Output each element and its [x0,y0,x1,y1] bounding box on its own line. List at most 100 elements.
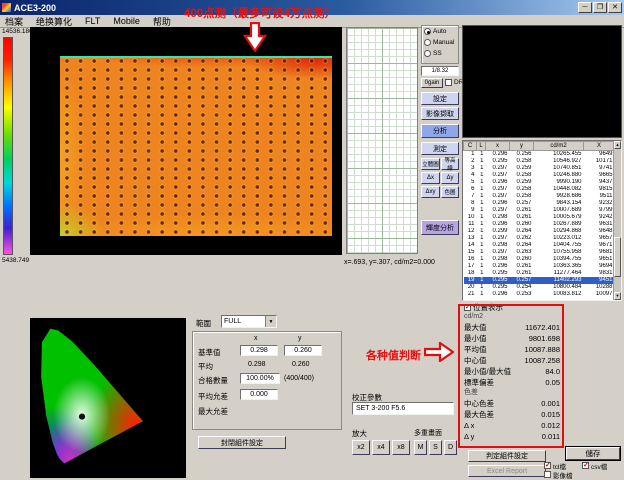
table-cell: 18 [464,270,477,277]
image-capture-button[interactable]: 影像撷取 [421,107,459,120]
radio-auto[interactable]: Auto [422,26,458,37]
measurement-table[interactable]: CLxycd/m2X 110.2960.25610265.4559649210.… [462,140,622,301]
range-select[interactable]: FULL ▼ [221,315,277,328]
scrollbar-thumb[interactable] [614,237,621,277]
stat-value: 0.012 [541,420,560,431]
judge-settings-button[interactable]: 判定組件設定 [468,450,546,462]
table-header-cell: L [477,142,486,151]
zoom-x4-button[interactable]: x4 [372,440,390,455]
reference-y-input[interactable]: 0.260 [284,345,322,356]
radio-ss[interactable]: SS [422,48,458,59]
dr-checkbox[interactable]: DR [445,79,463,86]
table-cell: 0.258 [510,172,534,179]
measure-button[interactable]: 測定 [421,142,459,155]
table-scrollbar[interactable]: ▲ ▼ [613,141,621,300]
table-cell: 10171 [584,158,615,165]
solid-view-button[interactable]: 立體圖 [421,158,440,170]
table-row[interactable]: 710.2970.2589928.6869511 [464,193,615,200]
table-cell: 0.261 [510,270,534,277]
multi-view-buttons: MSD [414,440,457,455]
table-row[interactable]: 1210.2990.26410294.8689648 [464,228,615,235]
color-diff-header: 色差 [464,388,560,398]
closed-component-settings-button[interactable]: 封閉組件設定 [198,436,286,449]
zoom-x2-button[interactable]: x2 [352,440,370,455]
colorbar [3,37,13,255]
table-cell: 10097 [584,291,615,298]
gain-button[interactable]: 0gain [421,78,443,88]
delta-y-button[interactable]: Δy [441,172,459,184]
maximize-button[interactable]: ❐ [593,2,607,13]
table-row[interactable]: 210.2950.25810546.92710171 [464,158,615,165]
table-cell: 10223.012 [534,235,584,242]
scroll-up-icon[interactable]: ▲ [614,141,621,149]
menu-item-1[interactable]: 绝换算化 [36,15,72,28]
multi-view-d-button[interactable]: D [444,440,457,455]
table-cell: 0.298 [486,256,510,263]
table-row[interactable]: 1410.2980.26410404.7559671 [464,242,615,249]
heatmap-image[interactable] [60,56,332,236]
table-row[interactable]: 510.2960.2599990.1909437 [464,179,615,186]
minimize-button[interactable]: ─ [578,2,592,13]
pass-ratio-value: (400/400) [284,375,314,382]
table-row[interactable]: 910.2970.26110007.6899799 [464,207,615,214]
table-row[interactable]: 1810.2950.26111277.4649831 [464,270,615,277]
table-cell: 9649 [584,151,615,159]
analyze-button[interactable]: 分析 [421,124,459,138]
menu-item-0[interactable]: 档案 [5,15,23,28]
settings-button[interactable]: 設定 [421,92,459,105]
table-header-cell: y [510,142,534,151]
radio-manual[interactable]: Manual [422,37,458,48]
table-row[interactable]: 610.2970.25810448.0829815 [464,186,615,193]
titlebar[interactable]: ACE3-200 ─ ❐ ✕ [0,0,624,15]
multi-view-m-button[interactable]: M [414,440,427,455]
table-cell: 9815 [584,186,615,193]
table-cell: 9928.686 [534,193,584,200]
average-label: 平均 [198,361,213,372]
menu-item-2[interactable]: FLT [85,16,100,26]
chevron-down-icon[interactable]: ▼ [265,316,276,327]
close-button[interactable]: ✕ [608,2,622,13]
scroll-down-icon[interactable]: ▼ [614,292,621,300]
stat-label: Δ y [464,431,474,442]
table-row[interactable]: 810.2960.2579843.1549232 [464,200,615,207]
contour-button[interactable]: 等高線 [441,158,459,170]
stat-value: 0.011 [542,431,560,442]
luminance-analysis-button[interactable]: 輝度分析 [421,220,459,235]
delta-xy-button[interactable]: Δxy [421,186,440,198]
table-row[interactable]: 1110.2960.26010267.8899631 [464,221,615,228]
reference-label: 基準值 [198,347,221,358]
table-row[interactable]: 2010.2950.25410800.48410288 [464,284,615,291]
table-cell: 10246.880 [534,172,584,179]
menu-item-3[interactable]: Mobile [113,16,140,26]
reference-x-input[interactable]: 0.298 [240,345,278,356]
avg-tolerance-input[interactable]: 0.000 [240,389,278,400]
excel-report-button[interactable]: Excel Report [468,465,546,477]
table-cell: 21 [464,291,477,298]
delta-x-button[interactable]: Δx [421,172,440,184]
table-row[interactable]: 1610.2980.26010394.7559651 [464,256,615,263]
table-row[interactable]: 310.2970.25910740.8519741 [464,165,615,172]
table-row[interactable]: 2110.2960.25310083.81210097 [464,291,615,298]
zoom-x8-button[interactable]: x8 [392,440,410,455]
table-cell: 0.298 [486,242,510,249]
table-row[interactable]: 110.2960.25610265.4559649 [464,151,615,159]
table-row[interactable]: 410.2970.25810246.8809665 [464,172,615,179]
export-check-1[interactable]: ✓csv檔 [582,461,620,470]
table-row[interactable]: 1710.2960.26110363.3659694 [464,263,615,270]
multi-view-s-button[interactable]: S [429,440,442,455]
table-row[interactable]: 1510.2970.26310755.9589681 [464,249,615,256]
heatmap-panel[interactable] [30,27,342,255]
menu-item-4[interactable]: 帮助 [153,15,171,28]
colorbar-min-label: 5438.749 [2,257,29,264]
table-cell: 0.261 [510,214,534,221]
save-button[interactable]: 儲存 [566,447,620,460]
table-row[interactable]: 1910.2950.25711402.2939451 [464,277,615,284]
table-cell: 9671 [584,242,615,249]
stat-label: 中心色差 [464,398,494,409]
export-check-2[interactable]: 影像檔 [544,470,582,479]
table-cell: 9843.154 [534,200,584,207]
color-map-button[interactable]: 色圖 [441,186,459,198]
table-row[interactable]: 1310.2970.26210223.0129657 [464,235,615,242]
table-row[interactable]: 1010.2980.26110005.6799242 [464,214,615,221]
right-arrow-icon [424,342,454,362]
